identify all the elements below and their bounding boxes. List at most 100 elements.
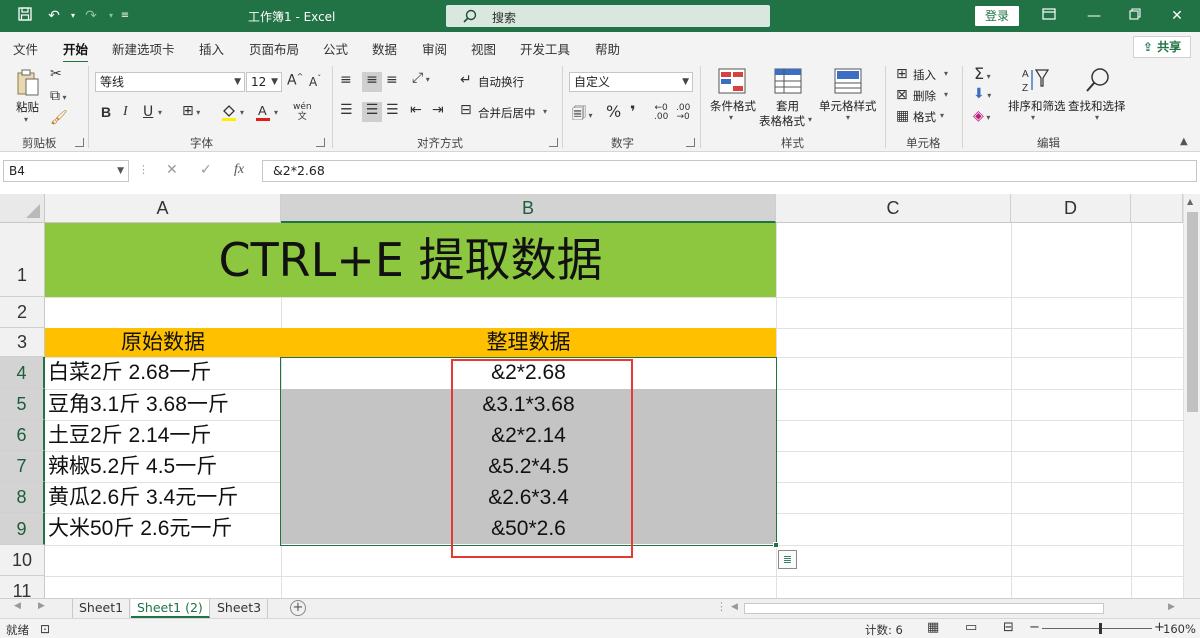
increase-font-icon[interactable]: A^ — [287, 72, 303, 89]
wrap-text-icon[interactable]: ↵ — [460, 72, 472, 88]
underline-button[interactable]: U — [143, 104, 153, 120]
insert-dropdown-icon[interactable]: ▾ — [944, 69, 948, 78]
sort-dropdown-icon[interactable]: ▾ — [1031, 113, 1035, 122]
format-table-dropdown-icon[interactable]: ▾ — [808, 115, 812, 124]
row-header-10[interactable]: 10 — [0, 545, 45, 576]
tab-review[interactable]: 审阅 — [422, 39, 447, 58]
delete-dropdown-icon[interactable]: ▾ — [944, 90, 948, 99]
name-box[interactable]: B4 ▼ — [3, 160, 129, 182]
row-header-8[interactable]: 8 — [0, 482, 45, 513]
conditional-dropdown-icon[interactable]: ▾ — [729, 113, 733, 122]
add-sheet-icon[interactable]: + — [290, 600, 306, 616]
cell-a7[interactable]: 辣椒5.2斤 4.5一斤 — [48, 451, 280, 482]
row-header-1[interactable]: 1 — [0, 223, 45, 297]
merge-center-button[interactable]: 合并后居中 — [478, 105, 536, 121]
currency-icon[interactable]: 🗐 ▾ — [572, 103, 593, 127]
row-header-3[interactable]: 3 — [0, 328, 45, 357]
find-dropdown-icon[interactable]: ▾ — [1095, 113, 1099, 122]
font-color-dropdown-icon[interactable]: ▾ — [274, 108, 278, 117]
increase-decimal-icon[interactable]: ←0.00 — [654, 104, 668, 122]
scroll-right-icon[interactable]: ▶ — [1168, 602, 1175, 612]
paste-label[interactable]: 粘贴 — [16, 99, 39, 115]
tab-new-tab[interactable]: 新建选项卡 — [112, 39, 175, 58]
next-sheet-icon[interactable]: ▶ — [38, 601, 45, 611]
cell-a6[interactable]: 土豆2斤 2.14一斤 — [48, 420, 280, 451]
borders-icon[interactable]: ⊞ ▾ — [182, 103, 200, 119]
clipboard-launcher-icon[interactable] — [75, 138, 84, 147]
sort-filter-button[interactable]: 排序和筛选 — [1008, 98, 1066, 114]
increase-indent-icon[interactable]: ⇥ — [432, 102, 444, 118]
delete-cells-button[interactable]: 删除 — [913, 88, 936, 104]
row-header-4[interactable]: 4 — [0, 357, 45, 389]
comma-style-icon[interactable]: ❜ — [630, 102, 636, 121]
paste-dropdown-icon[interactable]: ▾ — [24, 115, 28, 124]
font-color-icon[interactable]: A — [254, 102, 272, 126]
sheet-tab-1[interactable]: Sheet1 — [72, 599, 131, 618]
find-select-icon[interactable] — [1084, 66, 1112, 98]
align-bottom-icon[interactable]: ≡ — [386, 72, 398, 88]
cancel-icon[interactable]: ✕ — [166, 162, 178, 178]
sheet-tab-3[interactable]: Sheet3 — [211, 599, 269, 618]
vertical-scrollbar[interactable]: ▲ — [1183, 194, 1200, 598]
number-format-select[interactable]: 自定义 ▼ — [569, 72, 693, 92]
clear-icon[interactable]: ◈ ▾ — [973, 108, 990, 124]
zoom-slider[interactable] — [1042, 628, 1152, 629]
font-launcher-icon[interactable] — [316, 138, 325, 147]
column-header-a[interactable]: A — [45, 194, 281, 223]
format-painter-icon[interactable]: 🖌 — [50, 110, 68, 126]
cut-icon[interactable]: ✂ — [50, 66, 62, 82]
tab-formulas[interactable]: 公式 — [323, 39, 348, 58]
ribbon-display-icon[interactable] — [1038, 6, 1060, 26]
find-select-button[interactable]: 查找和选择 — [1068, 98, 1126, 114]
format-dropdown-icon[interactable]: ▾ — [940, 111, 944, 120]
decrease-decimal-icon[interactable]: .00 →0 — [676, 104, 690, 122]
tab-data[interactable]: 数据 — [372, 39, 397, 58]
conditional-formatting-icon[interactable] — [718, 68, 746, 98]
cell-a4[interactable]: 白菜2斤 2.68一斤 — [48, 357, 280, 389]
cell-a5[interactable]: 豆角3.1斤 3.68一斤 — [48, 389, 280, 420]
scroll-up-icon[interactable]: ▲ — [1187, 197, 1193, 206]
vertical-scroll-thumb[interactable] — [1187, 212, 1198, 412]
search-box[interactable]: 搜索 — [446, 5, 770, 27]
flash-fill-options-icon[interactable]: ≣ — [778, 550, 797, 569]
row-header-6[interactable]: 6 — [0, 420, 45, 451]
enter-icon[interactable]: ✓ — [200, 162, 212, 178]
italic-button[interactable]: I — [123, 104, 128, 120]
tab-page-layout[interactable]: 页面布局 — [249, 39, 299, 58]
fill-icon[interactable]: ⬇ ▾ — [973, 86, 991, 102]
formula-input[interactable]: &2*2.68 — [262, 160, 1197, 182]
select-all-button[interactable] — [0, 194, 45, 223]
tab-home[interactable]: 开始 — [63, 39, 89, 64]
copy-icon[interactable]: ⧉ ▾ — [50, 88, 67, 104]
column-header-d[interactable]: D — [1011, 194, 1131, 223]
bold-button[interactable]: B — [101, 104, 111, 120]
font-size-select[interactable]: 12 ▼ — [246, 72, 282, 92]
horizontal-scrollbar[interactable]: ◀ ▶ — [728, 601, 1180, 616]
alignment-launcher-icon[interactable] — [549, 138, 558, 147]
merge-center-icon[interactable]: ⊟ — [460, 102, 472, 118]
phonetic-icon[interactable]: wén 文 — [293, 102, 312, 122]
orientation-icon[interactable]: ⤢ ▾ — [412, 70, 430, 86]
title-cell[interactable]: CTRL+E 提取数据 — [45, 223, 776, 297]
align-middle-icon[interactable]: ≡ — [362, 72, 382, 92]
align-center-icon[interactable]: ☰ — [362, 102, 382, 122]
macro-record-icon[interactable]: ⊡ — [40, 622, 50, 636]
share-button[interactable]: ⇪ 共享 — [1133, 36, 1191, 58]
zoom-level[interactable]: 160% — [1163, 622, 1196, 636]
column-header-b[interactable]: B — [281, 194, 776, 223]
tab-insert[interactable]: 插入 — [199, 39, 224, 58]
tab-file[interactable]: 文件 — [13, 39, 38, 58]
save-icon[interactable] — [14, 6, 36, 26]
header-cell-a3[interactable]: 原始数据 — [45, 328, 281, 357]
row-header-2[interactable]: 2 — [0, 297, 45, 328]
cell-a8[interactable]: 黄瓜2.6斤 3.4元一斤 — [48, 482, 280, 513]
restore-icon[interactable] — [1124, 6, 1146, 26]
tab-developer[interactable]: 开发工具 — [520, 39, 570, 58]
wrap-text-button[interactable]: 自动换行 — [478, 74, 524, 90]
decrease-font-icon[interactable]: Aˇ — [309, 74, 321, 89]
previous-sheet-icon[interactable]: ◀ — [14, 601, 21, 611]
align-left-icon[interactable]: ☰ — [340, 102, 353, 118]
row-header-7[interactable]: 7 — [0, 451, 45, 482]
paste-icon[interactable] — [14, 68, 42, 98]
format-as-table-icon[interactable] — [774, 68, 802, 98]
